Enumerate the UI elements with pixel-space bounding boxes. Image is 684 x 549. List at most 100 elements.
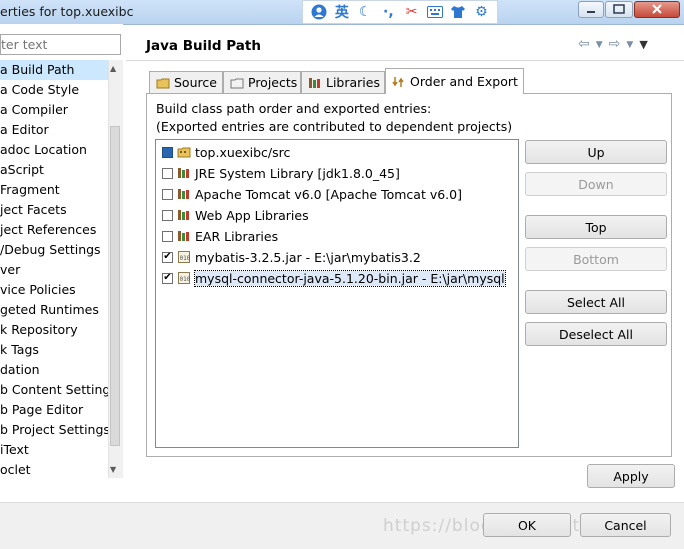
ime-toolbar: 英 ☾ ·, ✂ ⚙ xyxy=(302,0,498,24)
export-checkbox[interactable] xyxy=(162,146,173,158)
order-export-icon xyxy=(392,75,406,89)
classpath-entry[interactable]: top.xuexibc/src xyxy=(162,142,290,162)
tree-item[interactable]: ver xyxy=(0,260,108,280)
entry-label: top.xuexibc/src xyxy=(195,144,291,160)
entry-label: EAR Libraries xyxy=(195,228,279,244)
classpath-entry[interactable]: ✔ 010 mybatis-3.2.5.jar - E:\jar\mybatis3.… xyxy=(162,247,421,267)
shirt-icon[interactable] xyxy=(449,3,467,21)
tree-item[interactable]: ject References xyxy=(0,220,108,240)
cancel-button[interactable]: Cancel xyxy=(580,513,671,537)
window-title: erties for top.xuexibc xyxy=(0,4,134,19)
dot-icon[interactable]: ·, xyxy=(379,3,397,21)
library-icon xyxy=(177,229,191,243)
tree-item[interactable]: Fragment xyxy=(0,180,108,200)
property-tree: a Build Path a Code Style a Compiler a Edit… xyxy=(0,60,108,480)
tree-item[interactable]: a Compiler xyxy=(0,100,108,120)
back-arrow-icon[interactable]: ⇦ xyxy=(578,36,590,54)
forward-arrow-icon[interactable]: ⇨ xyxy=(609,36,621,54)
entry-label: Apache Tomcat v6.0 [Apache Tomcat v6.0] xyxy=(195,186,462,202)
up-button[interactable]: Up xyxy=(525,140,667,164)
minimize-button[interactable] xyxy=(578,1,604,18)
tree-item[interactable]: k Tags xyxy=(0,340,108,360)
entry-label: mysql-connector-java-5.1.20-bin.jar - E:… xyxy=(194,269,506,287)
dropdown-icon[interactable]: ▼ xyxy=(626,36,633,54)
library-icon xyxy=(177,187,191,201)
classpath-entry[interactable]: ✔ 010 mysql-connector-java-5.1.20-bin.jar … xyxy=(162,268,506,288)
bottom-button[interactable]: Bottom xyxy=(525,247,667,271)
classpath-entry[interactable]: Apache Tomcat v6.0 [Apache Tomcat v6.0] xyxy=(162,184,462,204)
description-line-2: (Exported entries are contributed to dep… xyxy=(156,119,513,134)
tab-label: Order and Export xyxy=(410,74,518,89)
library-icon xyxy=(308,76,322,90)
export-checkbox[interactable]: ✔ xyxy=(162,251,173,263)
classpath-entry[interactable]: EAR Libraries xyxy=(162,226,278,246)
deselect-all-button[interactable]: Deselect All xyxy=(525,322,667,346)
scrollbar-thumb[interactable] xyxy=(110,126,120,446)
tree-item[interactable]: ject Facets xyxy=(0,200,108,220)
ok-button[interactable]: OK xyxy=(483,513,571,537)
svg-text:010: 010 xyxy=(180,276,191,283)
export-checkbox[interactable] xyxy=(162,230,173,242)
apply-button[interactable]: Apply xyxy=(587,464,675,488)
tab-label: Projects xyxy=(248,75,298,90)
export-checkbox[interactable] xyxy=(162,188,173,200)
title-bar: erties for top.xuexibc 英 ☾ ·, ✂ ⚙ xyxy=(0,0,684,25)
top-button[interactable]: Top xyxy=(525,215,667,239)
export-checkbox[interactable] xyxy=(162,167,173,179)
classpath-entry[interactable]: JRE System Library [jdk1.8.0_45] xyxy=(162,163,400,183)
tree-item[interactable]: adoc Location xyxy=(0,140,108,160)
tree-item[interactable]: geted Runtimes xyxy=(0,300,108,320)
entry-label: Web App Libraries xyxy=(195,207,309,223)
tree-item[interactable]: iText xyxy=(0,440,108,460)
tab-label: Libraries xyxy=(326,75,380,90)
scroll-up-icon[interactable]: ▲ xyxy=(110,64,116,73)
library-icon xyxy=(177,208,191,222)
tab-order-and-export[interactable]: Order and Export xyxy=(385,68,524,94)
tree-item[interactable]: /Debug Settings xyxy=(0,240,108,260)
svg-text:010: 010 xyxy=(180,255,191,262)
tree-item[interactable]: a Build Path xyxy=(0,60,108,80)
user-icon[interactable] xyxy=(310,3,328,21)
project-folder-icon xyxy=(230,76,244,90)
moon-icon[interactable]: ☾ xyxy=(356,3,374,21)
export-checkbox[interactable] xyxy=(162,209,173,221)
export-checkbox[interactable]: ✔ xyxy=(162,272,173,284)
select-all-button[interactable]: Select All xyxy=(525,290,667,314)
classpath-entry[interactable]: Web App Libraries xyxy=(162,205,309,225)
tab-projects[interactable]: Projects xyxy=(223,71,301,93)
header-divider xyxy=(126,60,684,61)
tab-source[interactable]: Source xyxy=(149,71,223,93)
history-nav: ⇦ ▼ ⇨ ▼ ▼ xyxy=(578,36,648,54)
tree-item[interactable]: vice Policies xyxy=(0,280,108,300)
page-title: Java Build Path xyxy=(146,38,261,54)
close-button[interactable] xyxy=(634,1,680,18)
tree-item[interactable]: oclet xyxy=(0,460,108,480)
description-line-1: Build class path order and exported entr… xyxy=(156,101,432,116)
tree-item[interactable]: b Project Settings xyxy=(0,420,108,440)
ying-icon[interactable]: 英 xyxy=(333,3,351,21)
entry-label: JRE System Library [jdk1.8.0_45] xyxy=(195,165,400,181)
classpath-entries-list[interactable]: top.xuexibc/src JRE System Library [jdk1.… xyxy=(155,139,519,448)
jar-icon: 010 xyxy=(177,250,191,264)
tree-item[interactable]: aScript xyxy=(0,160,108,180)
tab-label: Source xyxy=(174,75,217,90)
dropdown-icon[interactable]: ▼ xyxy=(596,36,603,54)
filter-input[interactable] xyxy=(0,34,121,55)
tree-item[interactable]: b Content Settings xyxy=(0,380,108,400)
folder-icon xyxy=(156,76,170,90)
tree-item[interactable]: dation xyxy=(0,360,108,380)
gear-icon[interactable]: ⚙ xyxy=(472,3,490,21)
tab-libraries[interactable]: Libraries xyxy=(301,71,385,93)
tree-item[interactable]: a Editor xyxy=(0,120,108,140)
keyboard-icon[interactable] xyxy=(426,3,444,21)
tree-item[interactable]: a Code Style xyxy=(0,80,108,100)
tree-item[interactable]: k Repository xyxy=(0,320,108,340)
library-icon xyxy=(177,166,191,180)
maximize-button[interactable] xyxy=(605,1,633,18)
view-menu-icon[interactable]: ▼ xyxy=(639,36,647,54)
entry-label: mybatis-3.2.5.jar - E:\jar\mybatis3.2 xyxy=(195,249,421,265)
down-button[interactable]: Down xyxy=(525,172,667,196)
scroll-down-icon[interactable]: ▼ xyxy=(110,465,116,474)
scissors-icon[interactable]: ✂ xyxy=(403,3,421,21)
tree-item[interactable]: b Page Editor xyxy=(0,400,108,420)
